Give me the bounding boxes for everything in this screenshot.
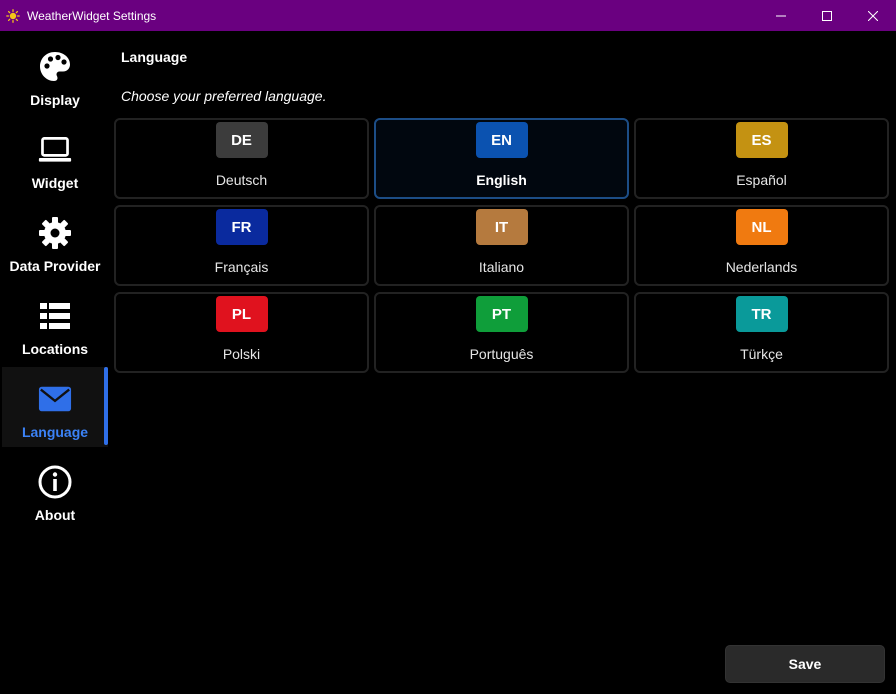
language-code-badge: TR xyxy=(735,296,788,332)
sidebar-item-label: Locations xyxy=(21,341,89,357)
sidebar-item-about[interactable]: About xyxy=(2,450,108,530)
language-name: Türkçe xyxy=(740,346,783,362)
language-code-badge: ES xyxy=(735,122,788,158)
language-code-badge: EN xyxy=(475,122,528,158)
laptop-icon xyxy=(38,133,72,167)
title-bar: WeatherWidget Settings xyxy=(0,0,896,31)
sidebar: Display Widget Data Provider Locations L… xyxy=(0,31,110,694)
sun-icon xyxy=(6,8,20,23)
mail-icon xyxy=(38,382,72,416)
sidebar-item-label: Language xyxy=(21,424,89,440)
list-icon xyxy=(38,299,72,333)
sidebar-item-label: Display xyxy=(30,92,80,108)
language-option-nl[interactable]: NL Nederlands xyxy=(634,205,889,286)
close-button[interactable] xyxy=(850,0,896,31)
language-name: Español xyxy=(736,172,787,188)
palette-icon xyxy=(38,50,72,84)
active-indicator xyxy=(104,367,108,445)
language-name: English xyxy=(476,172,527,188)
language-option-es[interactable]: ES Español xyxy=(634,118,889,199)
language-name: Nederlands xyxy=(725,259,798,275)
sidebar-item-label: Widget xyxy=(31,175,79,191)
sidebar-item-display[interactable]: Display xyxy=(2,35,108,115)
maximize-icon xyxy=(822,10,832,21)
language-code-badge: IT xyxy=(475,209,528,245)
page-title: Language xyxy=(121,49,188,65)
language-option-it[interactable]: IT Italiano xyxy=(374,205,629,286)
window-title: WeatherWidget Settings xyxy=(27,8,157,23)
language-option-fr[interactable]: FR Français xyxy=(114,205,369,286)
language-grid: DE Deutsch EN English ES Español FR Français IT I… xyxy=(114,118,889,373)
sidebar-item-locations[interactable]: Locations xyxy=(2,284,108,364)
language-code-badge: NL xyxy=(735,209,788,245)
language-option-tr[interactable]: TR Türkçe xyxy=(634,292,889,373)
language-name: Polski xyxy=(222,346,261,362)
gear-icon xyxy=(38,216,72,250)
language-option-pl[interactable]: PL Polski xyxy=(114,292,369,373)
main-panel: Language Choose your preferred language.… xyxy=(110,31,896,694)
language-option-de[interactable]: DE Deutsch xyxy=(114,118,369,199)
language-code-badge: PL xyxy=(215,296,268,332)
minimize-button[interactable] xyxy=(758,0,804,31)
sidebar-item-label: Data Provider xyxy=(9,258,101,274)
language-name: Français xyxy=(214,259,269,275)
language-option-en[interactable]: EN English xyxy=(374,118,629,199)
language-option-pt[interactable]: PT Português xyxy=(374,292,629,373)
page-subtitle: Choose your preferred language. xyxy=(121,88,327,104)
save-button[interactable]: Save xyxy=(725,645,885,683)
language-code-badge: PT xyxy=(475,296,528,332)
minimize-icon xyxy=(776,15,786,16)
sidebar-item-label: About xyxy=(34,507,76,523)
language-code-badge: DE xyxy=(215,122,268,158)
sidebar-item-widget[interactable]: Widget xyxy=(2,118,108,198)
language-name: Deutsch xyxy=(215,172,268,188)
sidebar-item-data-provider[interactable]: Data Provider xyxy=(2,201,108,281)
language-name: Italiano xyxy=(478,259,525,275)
language-name: Português xyxy=(469,346,534,362)
maximize-button[interactable] xyxy=(804,0,850,31)
info-icon xyxy=(38,465,72,499)
sidebar-item-language[interactable]: Language xyxy=(2,367,108,447)
language-code-badge: FR xyxy=(215,209,268,245)
close-icon xyxy=(868,10,878,21)
